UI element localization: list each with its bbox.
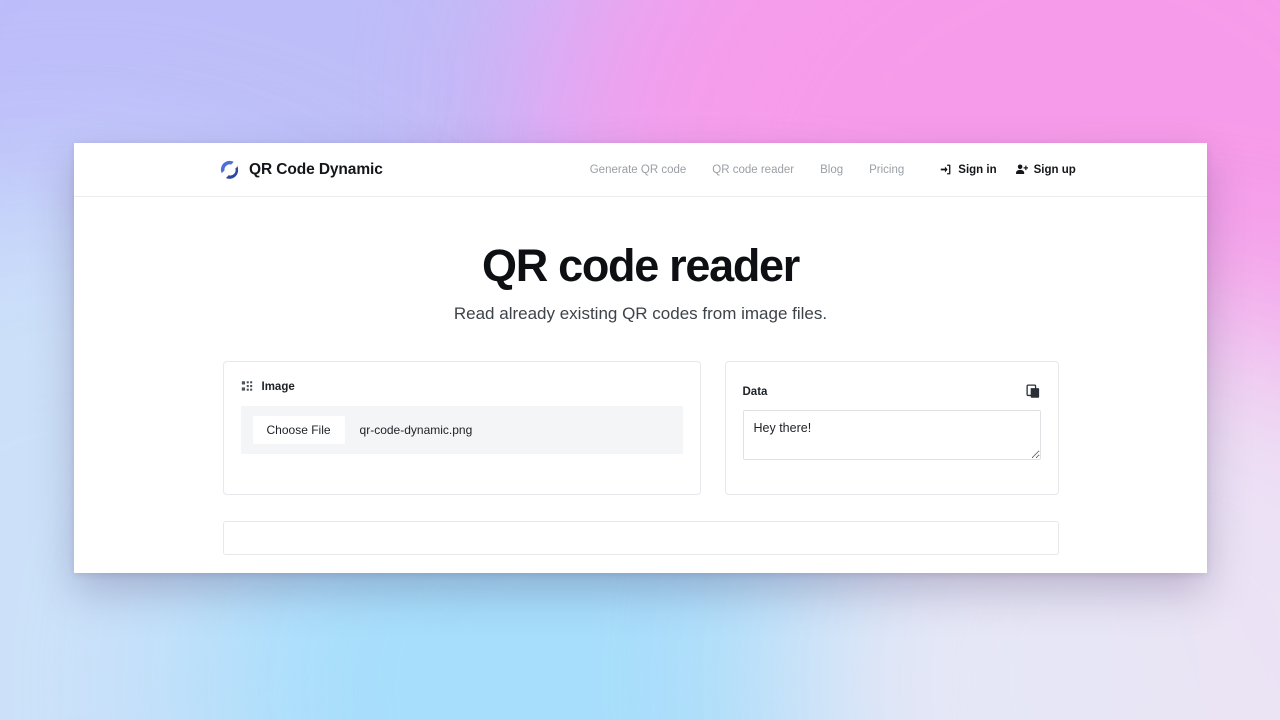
image-label-text: Image (261, 380, 295, 393)
page-title: QR code reader (482, 240, 800, 291)
cards-row: Image Choose File qr-code-dynamic.png Da… (74, 361, 1207, 496)
data-card: Data (724, 361, 1059, 496)
file-input-row[interactable]: Choose File qr-code-dynamic.png (240, 406, 683, 455)
nav-link-qr-code-reader[interactable]: QR code reader (699, 164, 807, 176)
data-textarea[interactable] (742, 410, 1041, 461)
nav-link-generate-qr-code[interactable]: Generate QR code (590, 164, 700, 176)
qr-grid-icon (241, 381, 252, 391)
copy-icon (1025, 384, 1039, 398)
nav-link-pricing[interactable]: Pricing (856, 164, 917, 176)
brand-logo-link[interactable]: QR Code Dynamic (219, 159, 383, 180)
user-plus-icon (1015, 164, 1028, 175)
nav-link-blog[interactable]: Blog (807, 164, 856, 176)
image-card: Image Choose File qr-code-dynamic.png (222, 361, 701, 496)
sign-in-label: Sign in (958, 163, 997, 176)
site-header: QR Code Dynamic Generate QR code QR code… (74, 143, 1207, 197)
auth-links: Sign in Sign up (939, 163, 1076, 176)
data-label-text: Data (742, 385, 768, 398)
app-window: QR Code Dynamic Generate QR code QR code… (74, 143, 1207, 573)
brand-name: QR Code Dynamic (249, 160, 383, 178)
image-card-label: Image (241, 380, 683, 393)
choose-file-button[interactable]: Choose File (252, 416, 345, 445)
data-card-header: Data (743, 384, 1041, 399)
sign-up-link[interactable]: Sign up (1015, 163, 1076, 176)
copy-data-button[interactable] (1025, 384, 1041, 399)
sign-up-label: Sign up (1033, 163, 1076, 176)
selected-file-name: qr-code-dynamic.png (359, 423, 473, 438)
result-box[interactable] (222, 521, 1059, 556)
page-subtitle: Read already existing QR codes from imag… (453, 304, 828, 324)
main-content: QR code reader Read already existing QR … (74, 197, 1207, 556)
sign-in-link[interactable]: Sign in (939, 163, 997, 176)
sign-in-icon (941, 164, 951, 175)
qr-dynamic-logo-icon (220, 160, 239, 179)
main-nav: Generate QR code QR code reader Blog Pri… (590, 164, 918, 176)
